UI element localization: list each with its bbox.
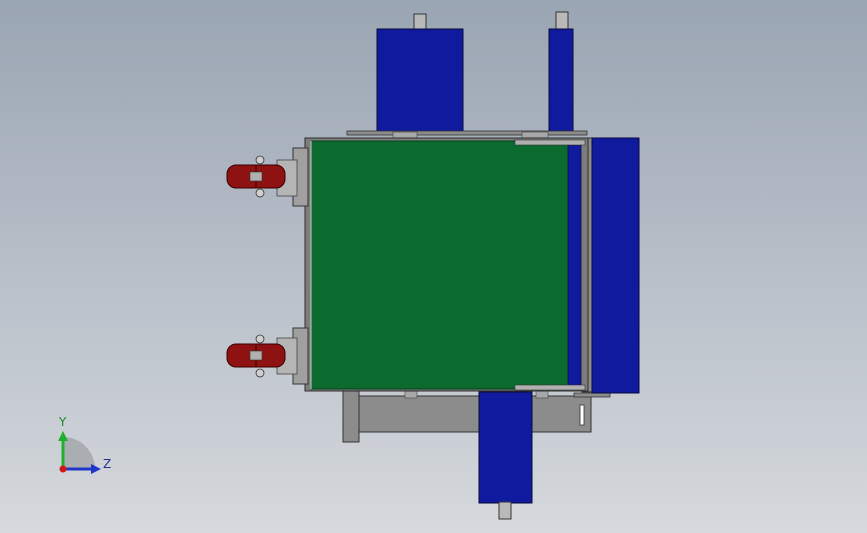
caster-wheel-bottom[interactable] [226,327,309,385]
triad-arc [63,437,95,469]
motor-right[interactable] [581,137,640,394]
base-frame-leg [342,390,360,443]
z-axis-label: Z [103,457,111,471]
motor-top-left[interactable] [376,13,464,135]
motor-top-left-housing [376,28,464,135]
caster-wheel-top[interactable] [226,147,309,207]
motor-top-right[interactable] [548,11,574,135]
main-body-bottom-lip [514,384,586,391]
main-body-panel [310,140,571,390]
y-axis-label: Y [58,415,67,429]
motor-bottom-housing [478,391,533,504]
cad-viewport[interactable]: Y Z [0,0,867,533]
main-body-top-lip [514,139,586,146]
base-frame-plate [356,395,592,433]
motor-bottom-shaft [498,501,512,520]
z-axis-head [91,464,101,474]
y-axis-head [58,431,68,441]
coordinate-triad[interactable]: Y Z [58,415,111,474]
motor-right-housing [591,137,640,394]
main-body[interactable] [304,137,589,392]
motor-top-right-shaft [555,11,569,31]
base-frame[interactable] [342,389,611,443]
main-body-blue-strip [567,144,582,387]
motor-top-left-shaft [413,13,427,31]
base-frame-slot [579,404,585,426]
motor-bottom[interactable] [478,391,533,520]
x-axis-origin [59,465,67,473]
motor-top-right-housing [548,28,574,135]
top-rail [346,130,588,139]
